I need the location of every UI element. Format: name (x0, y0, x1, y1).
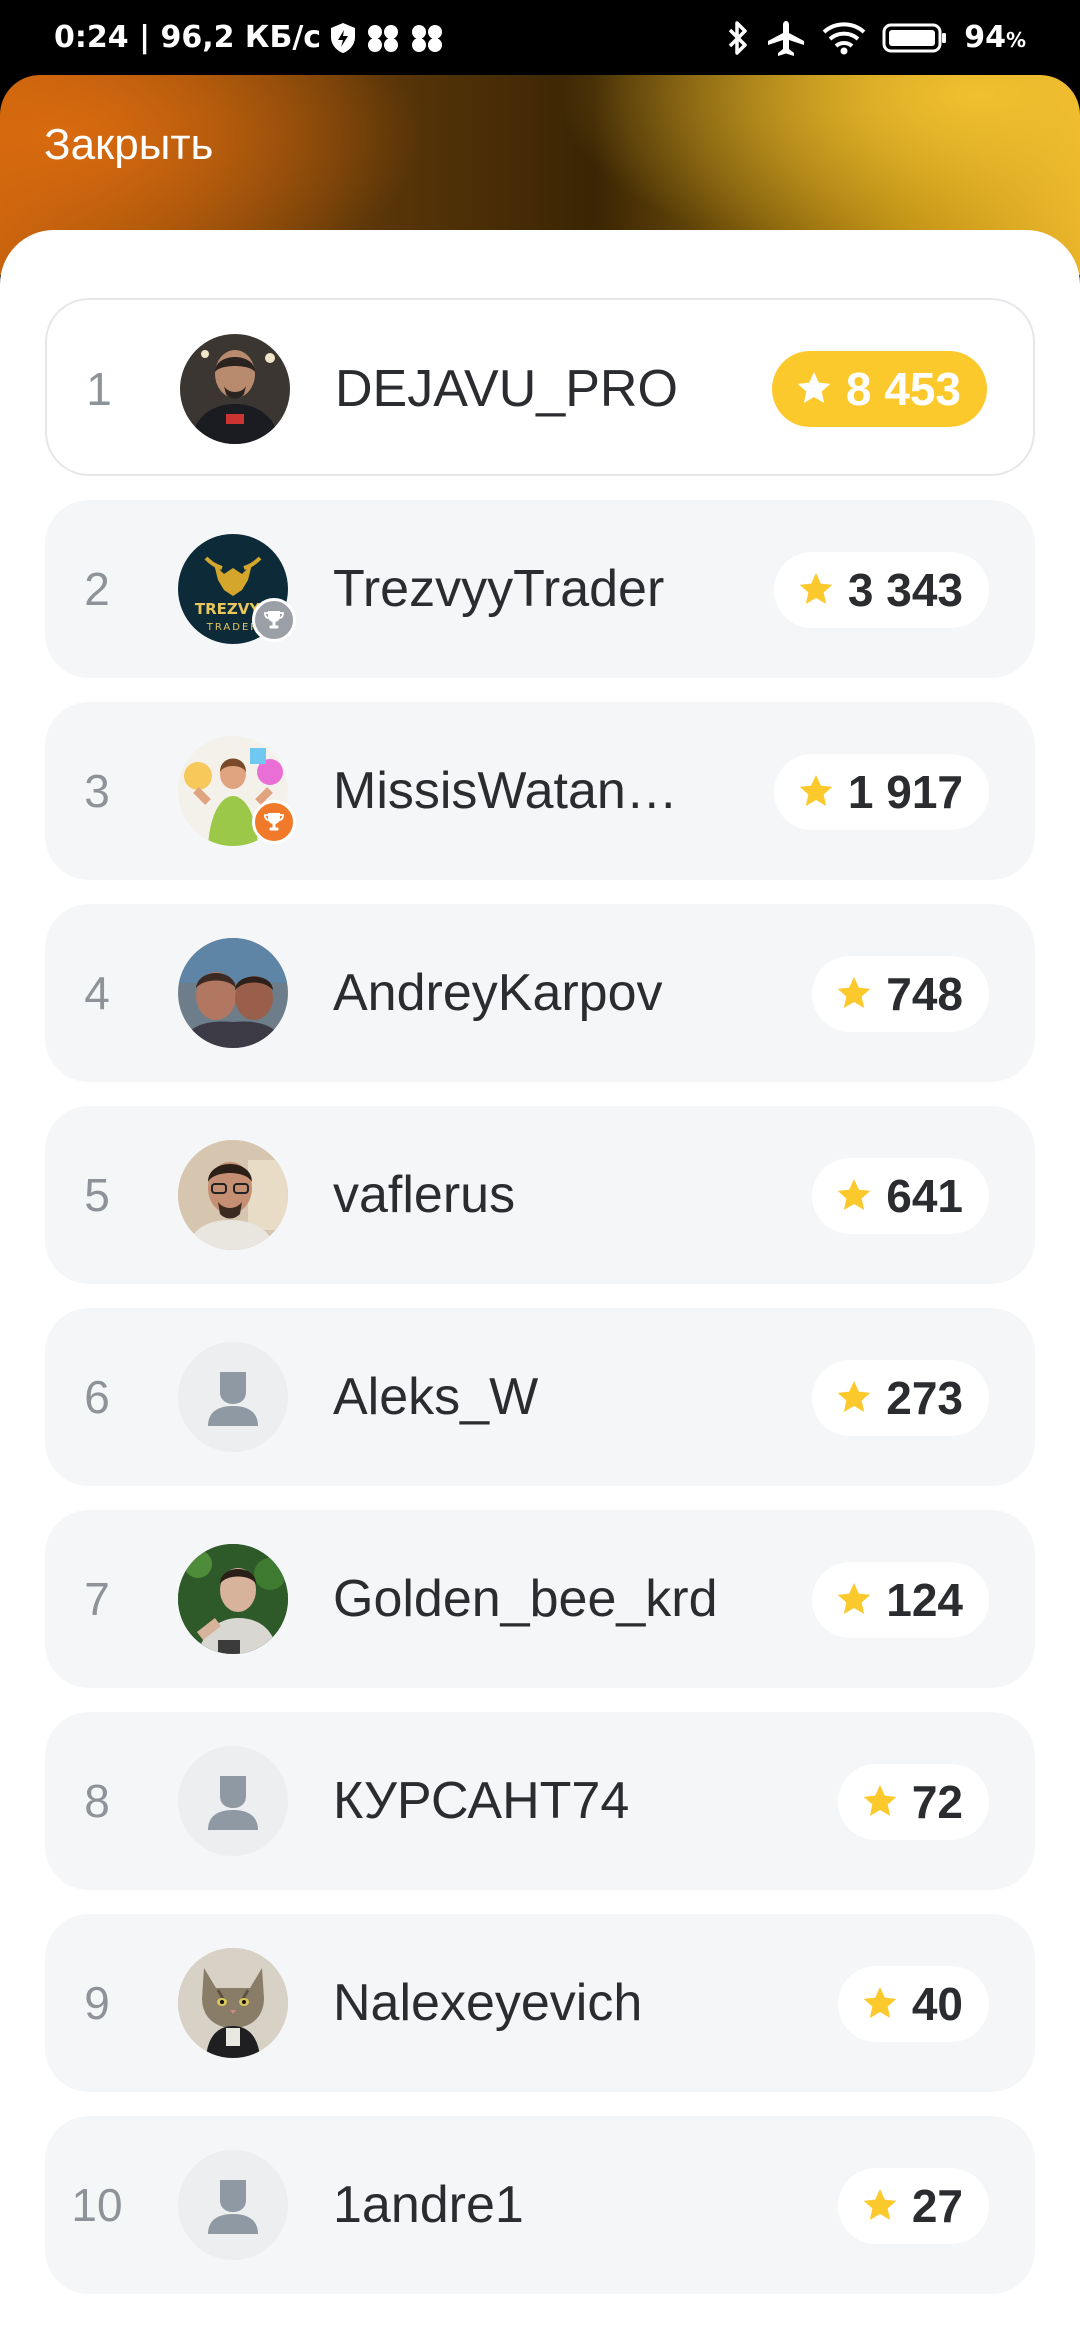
bronze-trophy-badge-icon (252, 800, 296, 844)
battery-icon (882, 22, 948, 54)
avatar-wrap: TREZVYY TRADER (178, 534, 296, 644)
close-button[interactable]: Закрыть (44, 120, 213, 170)
leaderboard-row-9[interactable]: 9 Nalexeyevich 40 (45, 1914, 1035, 2092)
avatar-photo-cat[interactable] (178, 1948, 288, 2058)
avatar-wrap (178, 2150, 288, 2260)
leaderboard-row-6[interactable]: 6 Aleks_W 273 (45, 1308, 1035, 1486)
avatar-photo-man-dark[interactable] (180, 334, 290, 444)
score-pill: 1 917 (773, 754, 989, 830)
avatar-photo-man-green[interactable] (178, 1544, 288, 1654)
airplane-mode-icon (766, 19, 806, 57)
status-right: 94% (726, 0, 1026, 75)
leaderboard-row-7[interactable]: 7 Golden_bee_krd 124 (45, 1510, 1035, 1688)
star-icon (834, 1378, 874, 1418)
score-value: 40 (911, 1978, 963, 2030)
username: Nalexeyevich (333, 1974, 643, 2032)
rank-number: 2 (84, 563, 110, 615)
avatar-wrap (178, 736, 296, 846)
score-pill: 748 (812, 956, 989, 1032)
score-pill: 40 (837, 1966, 989, 2042)
star-icon (834, 974, 874, 1014)
avatar-placeholder-user[interactable] (178, 1342, 288, 1452)
battery-unit: % (1005, 28, 1026, 52)
avatar-wrap (178, 1342, 288, 1452)
star-icon (796, 772, 836, 812)
avatar-placeholder-user[interactable] (178, 1746, 288, 1856)
rank-number: 9 (84, 1977, 110, 2029)
star-icon (794, 369, 834, 409)
rank-number: 3 (84, 765, 110, 817)
username: MissisWatan… (333, 762, 678, 820)
username: 1andre1 (333, 2176, 524, 2234)
score-value: 124 (886, 1574, 963, 1626)
leaderboard-row-1[interactable]: 1 DEJAVU_PRO 8 453 (45, 298, 1035, 476)
leaderboard-list: 1 DEJAVU_PRO 8 453 2 TREZVYY TRADER Trezv… (45, 298, 1035, 2318)
app-notification-icon-2 (409, 23, 445, 53)
bluetooth-icon (726, 20, 750, 56)
rank-number: 4 (84, 967, 110, 1019)
battery-level: 94% (964, 20, 1026, 55)
avatar-photo-man-glasses[interactable] (178, 1140, 288, 1250)
svg-text:TRADER: TRADER (206, 622, 259, 633)
score-pill: 273 (812, 1360, 989, 1436)
username: Golden_bee_krd (333, 1570, 718, 1628)
username: TrezvyyTrader (333, 560, 665, 618)
score-pill: 124 (812, 1562, 989, 1638)
score-value: 27 (911, 2180, 963, 2232)
avatar-wrap (178, 938, 288, 1048)
avatar-wrap (178, 1140, 288, 1250)
star-icon (860, 1984, 900, 2024)
rank-number: 1 (86, 363, 112, 415)
avatar-wrap (178, 1948, 288, 2058)
wifi-icon (822, 21, 866, 55)
avatar-wrap (178, 1746, 288, 1856)
username: DEJAVU_PRO (335, 360, 678, 418)
score-pill: 8 453 (771, 351, 987, 427)
leaderboard-row-5[interactable]: 5 vaflerus 641 (45, 1106, 1035, 1284)
score-value: 273 (886, 1372, 963, 1424)
leaderboard-sheet: 1 DEJAVU_PRO 8 453 2 TREZVYY TRADER Trezv… (0, 230, 1080, 2340)
avatar-placeholder-user[interactable] (178, 2150, 288, 2260)
status-time-speed: 0:24 | 96,2 КБ/с (54, 20, 322, 55)
score-value: 748 (886, 968, 963, 1020)
app-notification-icon (365, 23, 401, 53)
score-pill: 641 (812, 1158, 989, 1234)
avatar-photo-two-people[interactable] (178, 938, 288, 1048)
star-icon (796, 570, 836, 610)
vpn-shield-icon (329, 22, 357, 54)
score-value: 1 917 (847, 766, 963, 818)
score-pill: 72 (837, 1764, 989, 1840)
score-value: 72 (911, 1776, 963, 1828)
score-pill: 3 343 (773, 552, 989, 628)
score-value: 641 (886, 1170, 963, 1222)
leaderboard-row-10[interactable]: 10 1andre1 27 (45, 2116, 1035, 2294)
username: Aleks_W (333, 1368, 539, 1426)
username: КУРСАНТ74 (333, 1772, 630, 1830)
score-value: 3 343 (847, 564, 963, 616)
silver-trophy-badge-icon (252, 598, 296, 642)
leaderboard-row-2[interactable]: 2 TREZVYY TRADER TrezvyyTrader 3 343 (45, 500, 1035, 678)
leaderboard-row-4[interactable]: 4 AndreyKarpov 748 (45, 904, 1035, 1082)
rank-number: 10 (71, 2179, 123, 2231)
star-icon (860, 2186, 900, 2226)
avatar-wrap (178, 1544, 288, 1654)
leaderboard-row-3[interactable]: 3 MissisWatan… 1 917 (45, 702, 1035, 880)
avatar-wrap (180, 334, 290, 444)
score-value: 8 453 (845, 363, 961, 415)
username: AndreyKarpov (333, 964, 663, 1022)
screen: 0:24 | 96,2 КБ/с 94% Закрыть 1 DEJAVU_PR… (0, 0, 1080, 2340)
star-icon (834, 1176, 874, 1216)
rank-number: 5 (84, 1169, 110, 1221)
status-left: 0:24 | 96,2 КБ/с (54, 0, 445, 75)
username: vaflerus (333, 1166, 516, 1224)
rank-number: 7 (84, 1573, 110, 1625)
score-pill: 27 (837, 2168, 989, 2244)
star-icon (860, 1782, 900, 1822)
star-icon (834, 1580, 874, 1620)
rank-number: 8 (84, 1775, 110, 1827)
status-bar: 0:24 | 96,2 КБ/с 94% (0, 0, 1080, 75)
rank-number: 6 (84, 1371, 110, 1423)
leaderboard-row-8[interactable]: 8 КУРСАНТ74 72 (45, 1712, 1035, 1890)
